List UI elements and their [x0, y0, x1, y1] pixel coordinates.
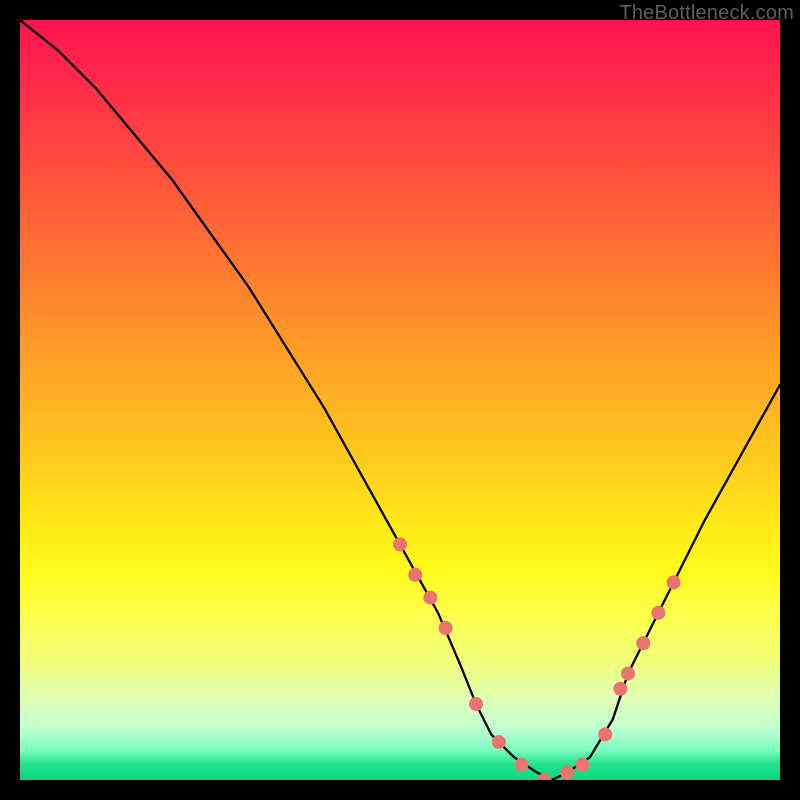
- watermark-text: TheBottleneck.com: [619, 2, 794, 25]
- marker-dot: [515, 758, 529, 772]
- marker-dot: [575, 758, 589, 772]
- marker-dot: [560, 765, 574, 779]
- marker-dot: [651, 606, 665, 620]
- highlight-dots: [393, 537, 681, 780]
- marker-dot: [613, 682, 627, 696]
- plot-area: [20, 20, 780, 780]
- bottleneck-curve: [20, 20, 780, 780]
- chart-stage: TheBottleneck.com: [0, 0, 800, 800]
- chart-svg: [20, 20, 780, 780]
- marker-dot: [393, 537, 407, 551]
- marker-dot: [636, 636, 650, 650]
- marker-dot: [667, 575, 681, 589]
- marker-dot: [408, 568, 422, 582]
- marker-dot: [492, 735, 506, 749]
- marker-dot: [439, 621, 453, 635]
- marker-dot: [469, 697, 483, 711]
- marker-dot: [598, 727, 612, 741]
- marker-dot: [621, 667, 635, 681]
- marker-dot: [423, 591, 437, 605]
